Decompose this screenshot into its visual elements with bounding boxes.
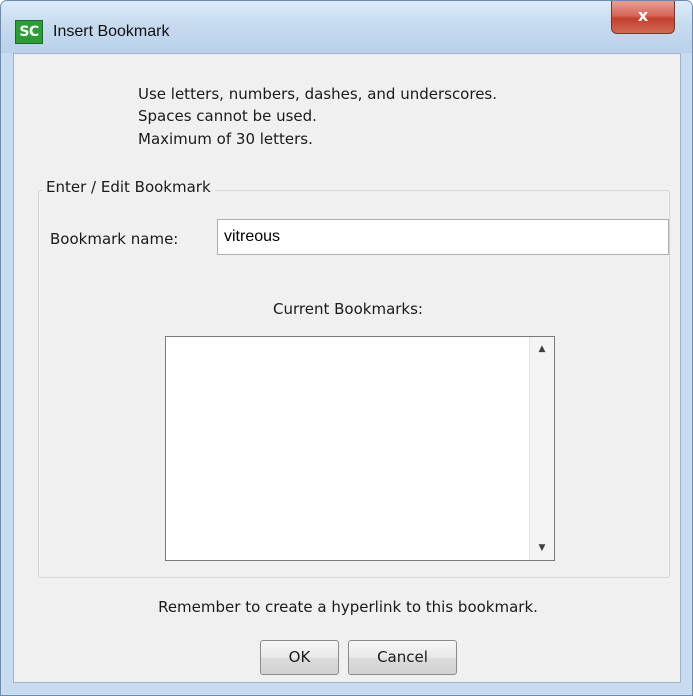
window-title: Insert Bookmark — [53, 23, 170, 40]
title-bar[interactable]: SC Insert Bookmark x — [1, 1, 692, 53]
scroll-up-arrow-icon[interactable]: ▲ — [530, 339, 554, 359]
bookmark-name-input[interactable] — [217, 219, 669, 255]
insert-bookmark-dialog: SC Insert Bookmark x Use letters, number… — [0, 0, 693, 696]
close-icon: x — [637, 6, 649, 25]
scroll-down-arrow-icon[interactable]: ▼ — [530, 538, 554, 558]
current-bookmarks-list[interactable]: ▲ ▼ — [165, 336, 555, 561]
app-logo-icon: SC — [15, 20, 43, 44]
close-button[interactable]: x — [611, 1, 675, 34]
cancel-button[interactable]: Cancel — [348, 640, 457, 675]
dialog-content: Use letters, numbers, dashes, and unders… — [13, 53, 681, 683]
current-bookmarks-label: Current Bookmarks: — [273, 300, 423, 318]
bookmark-name-label: Bookmark name: — [50, 230, 179, 248]
hyperlink-reminder: Remember to create a hyperlink to this b… — [158, 598, 538, 616]
ok-button[interactable]: OK — [260, 640, 339, 675]
instruction-line-1: Use letters, numbers, dashes, and unders… — [138, 85, 498, 103]
instruction-line-3: Maximum of 30 letters. — [138, 130, 313, 148]
instruction-line-2: Spaces cannot be used. — [138, 107, 317, 125]
list-scrollbar[interactable]: ▲ ▼ — [529, 337, 554, 560]
group-legend: Enter / Edit Bookmark — [42, 178, 215, 196]
